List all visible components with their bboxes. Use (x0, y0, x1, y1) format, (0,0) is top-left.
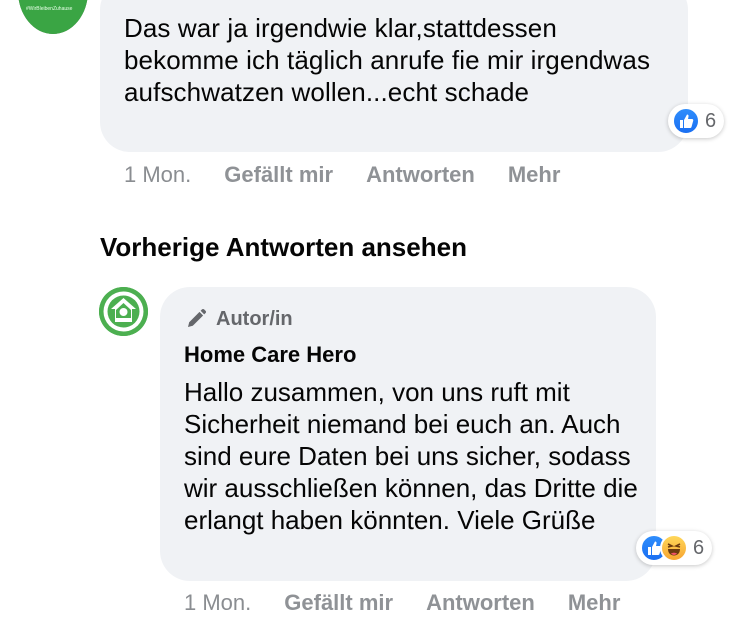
reply-button[interactable]: Antworten (426, 590, 535, 616)
avatar-caption: #WirBleibenZuhause (26, 6, 73, 12)
avatar-banner: #WirBleibenZuhause (18, 0, 88, 34)
author-badge-label: Autor/in (216, 307, 293, 330)
reaction-summary[interactable]: 6 (668, 104, 725, 138)
commenter-avatar[interactable]: #WirBleibenZuhause (18, 0, 88, 34)
reply-meta: 1 Mon. Gefällt mir Antworten Mehr (184, 590, 620, 616)
reply-text: Hallo zusammen, von uns ruft mit Sicherh… (184, 377, 638, 535)
comment-bubble: Das war ja irgendwie klar,stattdessen be… (100, 0, 688, 152)
comment-meta: 1 Mon. Gefällt mir Antworten Mehr (124, 162, 560, 188)
reply-button[interactable]: Antworten (366, 162, 475, 188)
more-button[interactable]: Mehr (568, 590, 621, 616)
like-icon (672, 107, 700, 135)
reply-reaction-summary[interactable]: 6 (636, 531, 713, 565)
reply-timestamp[interactable]: 1 Mon. (184, 590, 251, 616)
page-avatar[interactable] (99, 287, 148, 336)
more-button[interactable]: Mehr (508, 162, 561, 188)
reaction-count: 6 (705, 109, 717, 132)
comment-timestamp[interactable]: 1 Mon. (124, 162, 191, 188)
haha-icon (660, 534, 688, 562)
home-logo-icon (99, 287, 148, 336)
pencil-icon (188, 308, 207, 327)
reaction-count: 6 (693, 536, 705, 559)
like-button[interactable]: Gefällt mir (224, 162, 333, 188)
like-button[interactable]: Gefällt mir (284, 590, 393, 616)
reply-author-name[interactable]: Home Care Hero (184, 342, 356, 368)
author-badge: Autor/in (184, 307, 293, 331)
comment-text: Das war ja irgendwie klar,stattdessen be… (124, 13, 651, 107)
view-previous-replies-link[interactable]: Vorherige Antworten ansehen (100, 232, 467, 263)
reply-bubble: Autor/in Home Care Hero Hallo zusammen, … (160, 287, 656, 581)
